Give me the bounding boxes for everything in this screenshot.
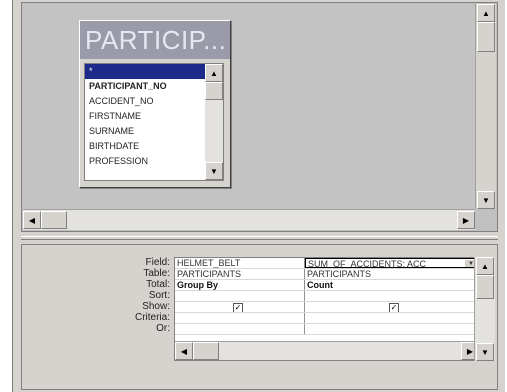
row-label-field: Field: (145, 257, 170, 268)
up-arrow-icon: ▲ (481, 261, 489, 271)
scroll-left-button[interactable]: ◀ (23, 211, 41, 229)
row-label-show: Show: (142, 301, 170, 312)
vertical-scroll-thumb[interactable] (477, 22, 495, 52)
query-design-window: PARTICIP... * PARTICIPANT_NO ACCIDENT_NO… (12, 0, 505, 392)
field-list[interactable]: * PARTICIPANT_NO ACCIDENT_NO FIRSTNAME S… (84, 63, 224, 181)
show-cell[interactable]: ✓ (305, 302, 479, 312)
field-cell[interactable]: HELMET_BELT (175, 258, 305, 268)
scroll-up-button[interactable]: ▲ (477, 4, 495, 22)
grid-scroll-up-button[interactable]: ▲ (476, 257, 494, 275)
checkmark-icon: ✓ (390, 303, 398, 312)
show-checkbox[interactable]: ✓ (389, 303, 399, 312)
horizontal-scroll-thumb[interactable] (41, 211, 67, 229)
or-cell[interactable] (305, 324, 479, 334)
field-list-scroll-thumb[interactable] (205, 82, 223, 100)
grid-row-or (175, 324, 479, 335)
table-pane-horizontal-scrollbar[interactable]: ◀ ▶ (23, 209, 475, 230)
field-list-item[interactable]: SURNAME (85, 124, 207, 139)
sort-cell[interactable] (305, 291, 479, 301)
pane-splitter[interactable] (21, 236, 498, 240)
row-label-total: Total: (146, 279, 170, 290)
field-list-item[interactable]: * (85, 64, 207, 79)
field-list-item[interactable]: PARTICIPANT_NO (85, 79, 207, 94)
total-cell[interactable]: Group By (175, 280, 305, 290)
field-list-box[interactable]: PARTICIP... * PARTICIPANT_NO ACCIDENT_NO… (79, 20, 231, 188)
field-cell-value: SUM_OF_ACCIDENTS: ACC (308, 259, 427, 268)
scroll-right-button[interactable]: ▶ (457, 211, 475, 229)
sort-cell[interactable] (175, 291, 305, 301)
table-cell[interactable]: PARTICIPANTS (175, 269, 305, 279)
checkmark-icon: ✓ (234, 303, 242, 312)
down-arrow-icon: ▼ (482, 195, 490, 205)
down-arrow-icon: ▼ (481, 347, 489, 357)
grid-scroll-left-button[interactable]: ◀ (175, 342, 193, 360)
grid-vertical-scrollbar[interactable]: ▲ ▼ (474, 257, 495, 361)
grid-row-sort (175, 291, 479, 302)
row-label-criteria: Criteria: (134, 312, 170, 323)
field-cell[interactable]: SUM_OF_ACCIDENTS: ACC ▼ (305, 258, 479, 268)
grid-row-field: HELMET_BELT SUM_OF_ACCIDENTS: ACC ▼ (175, 258, 479, 269)
field-list-item[interactable]: PROFESSION (85, 154, 207, 169)
grid-row-table: PARTICIPANTS PARTICIPANTS (175, 269, 479, 280)
criteria-cell[interactable] (175, 313, 305, 323)
grid-row-labels: Field: Table: Total: Sort: Show: Criteri… (22, 257, 172, 334)
field-list-item[interactable]: FIRSTNAME (85, 109, 207, 124)
grid-horizontal-scrollbar[interactable]: ◀ ▶ (175, 341, 479, 360)
field-list-title[interactable]: PARTICIP... (80, 21, 230, 59)
show-checkbox[interactable]: ✓ (233, 303, 243, 312)
total-cell[interactable]: Count (305, 280, 479, 290)
up-arrow-icon: ▲ (482, 8, 490, 18)
field-list-scroll-up-button[interactable]: ▲ (205, 64, 223, 82)
design-grid-pane: Field: Table: Total: Sort: Show: Criteri… (21, 244, 498, 390)
row-label-sort: Sort: (148, 290, 170, 301)
right-arrow-icon: ▶ (466, 346, 474, 356)
or-cell[interactable] (175, 324, 305, 334)
up-arrow-icon: ▲ (210, 68, 218, 78)
grid-row-total: Group By Count (175, 280, 479, 291)
table-pane-vertical-scrollbar[interactable]: ▲ ▼ (475, 4, 496, 209)
table-pane: PARTICIP... * PARTICIPANT_NO ACCIDENT_NO… (21, 2, 498, 232)
table-pane-canvas: PARTICIP... * PARTICIPANT_NO ACCIDENT_NO… (23, 4, 475, 209)
field-list-item[interactable]: ACCIDENT_NO (85, 94, 207, 109)
left-arrow-icon: ◀ (180, 346, 188, 356)
field-list-item[interactable]: BIRTHDATE (85, 139, 207, 154)
row-label-table: Table: (143, 268, 170, 279)
design-grid: HELMET_BELT SUM_OF_ACCIDENTS: ACC ▼ PART… (174, 257, 480, 361)
row-label-or: Or: (156, 323, 170, 334)
grid-vertical-scroll-thumb[interactable] (476, 275, 494, 299)
field-list-scrollbar[interactable]: ▲ ▼ (205, 64, 223, 180)
scroll-down-button[interactable]: ▼ (477, 191, 495, 209)
show-cell[interactable]: ✓ (175, 302, 305, 312)
left-arrow-icon: ◀ (28, 215, 36, 225)
table-cell[interactable]: PARTICIPANTS (305, 269, 479, 279)
grid-row-criteria (175, 313, 479, 324)
grid-horizontal-scroll-thumb[interactable] (193, 342, 219, 360)
grid-row-show: ✓ ✓ (175, 302, 479, 313)
right-arrow-icon: ▶ (462, 215, 470, 225)
criteria-cell[interactable] (305, 313, 479, 323)
down-arrow-icon: ▼ (210, 166, 218, 176)
grid-scroll-down-button[interactable]: ▼ (476, 343, 494, 361)
field-list-scroll-down-button[interactable]: ▼ (205, 162, 223, 180)
